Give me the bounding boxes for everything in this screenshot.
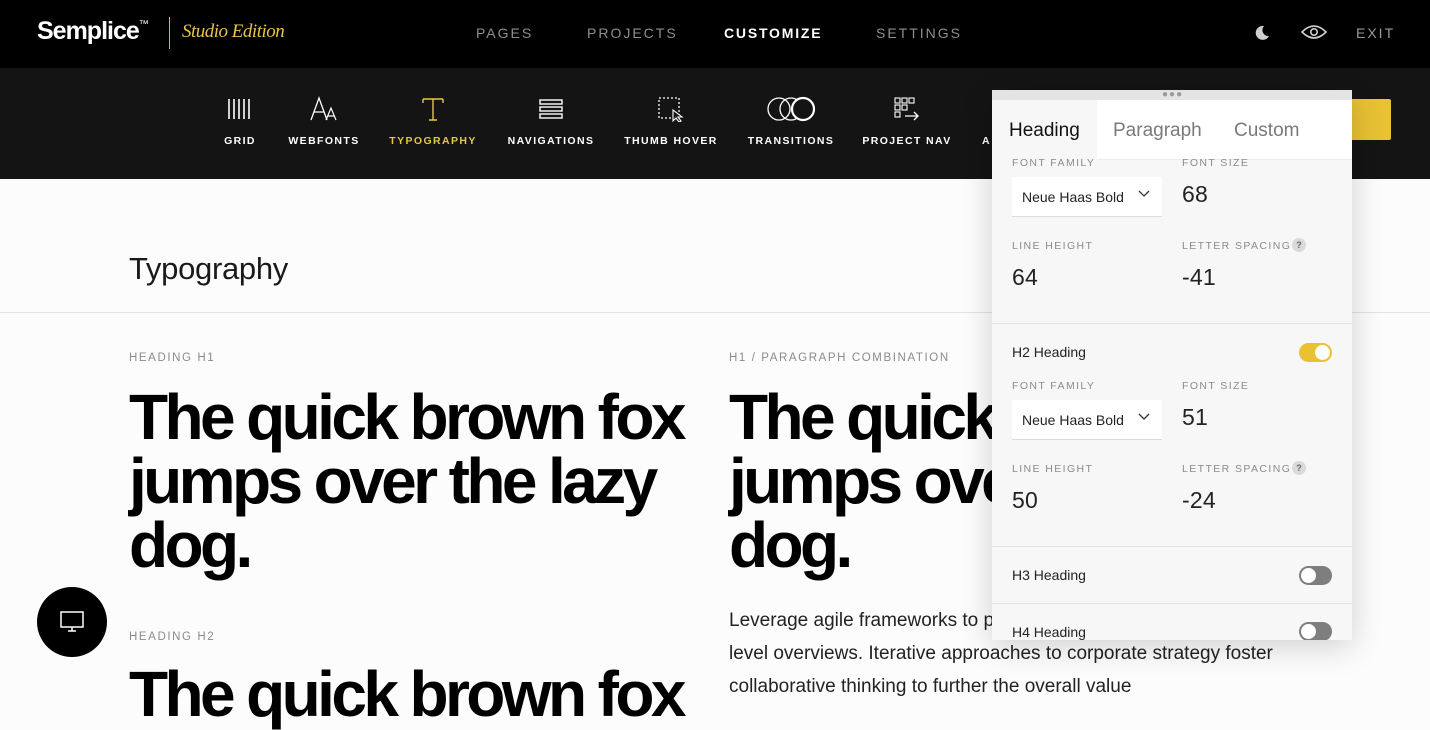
h1-letter-spacing-label: LETTER SPACING (1182, 240, 1292, 252)
subnav-transitions[interactable]: TRANSITIONS (748, 94, 833, 147)
h2-font-family-select[interactable]: Neue Haas Bold (1012, 400, 1162, 440)
nav-projects[interactable]: PROJECTS (587, 25, 678, 41)
device-preview-button[interactable] (37, 587, 107, 657)
h2-heading-toggle[interactable] (1299, 343, 1332, 362)
h1-section-label: HEADING H1 (129, 352, 216, 364)
h2-font-size-value[interactable]: 51 (1182, 404, 1208, 431)
nav-pages[interactable]: PAGES (476, 25, 533, 41)
h1-letter-spacing-value[interactable]: -41 (1182, 264, 1216, 291)
combo-section-label: H1 / PARAGRAPH COMBINATION (729, 352, 950, 364)
webfonts-icon (309, 94, 339, 124)
navigations-icon (538, 94, 564, 124)
subnav-navigations[interactable]: NAVIGATIONS (508, 94, 593, 147)
help-icon[interactable]: ? (1292, 461, 1306, 475)
page-title: Typography (129, 251, 288, 286)
h2-section-label: HEADING H2 (129, 631, 216, 643)
moon-icon[interactable] (1253, 24, 1271, 47)
h3-heading-title: H3 Heading (1012, 567, 1086, 583)
h1-font-size-label: FONT SIZE (1182, 157, 1250, 169)
h4-heading-title: H4 Heading (1012, 624, 1086, 640)
subnav-webfonts[interactable]: WEBFONTS (288, 94, 358, 147)
top-bar: Semplice™ Studio Edition PAGES PROJECTS … (0, 0, 1430, 68)
section-divider (992, 603, 1352, 604)
nav-settings[interactable]: SETTINGS (876, 25, 962, 41)
chevron-down-icon (1138, 190, 1150, 197)
panel-drag-handle[interactable]: ●●● (992, 90, 1352, 100)
subnav-grid[interactable]: GRID (220, 94, 260, 147)
panel-tabs: Heading Paragraph Custom (992, 100, 1352, 160)
h2-line-height-value[interactable]: 50 (1012, 487, 1038, 514)
h2-sample: The quick brown fox (129, 658, 686, 730)
tab-paragraph[interactable]: Paragraph (1096, 100, 1219, 160)
tab-custom[interactable]: Custom (1217, 100, 1316, 160)
subnav-thumb-hover[interactable]: THUMB HOVER (624, 94, 716, 147)
h1-line-height-label: LINE HEIGHT (1012, 240, 1094, 252)
chevron-down-icon (1138, 413, 1150, 420)
project-nav-icon (893, 94, 921, 124)
section-divider (992, 323, 1352, 324)
h1-font-size-value[interactable]: 68 (1182, 181, 1208, 208)
subnav-project-nav[interactable]: PROJECT NAV (862, 94, 950, 147)
transitions-icon (766, 94, 816, 124)
help-icon[interactable]: ? (1292, 238, 1306, 252)
h1-sample: The quick brown fox jumps over the lazy … (129, 381, 686, 581)
typography-settings-panel: ●●● Heading Paragraph Custom FONT FAMILY… (992, 90, 1352, 640)
tab-heading[interactable]: Heading (992, 100, 1097, 160)
edition-label: Studio Edition (182, 21, 285, 42)
brand-separator (169, 17, 170, 49)
section-divider (992, 546, 1352, 547)
h4-heading-toggle[interactable] (1299, 622, 1332, 640)
h2-font-size-label: FONT SIZE (1182, 380, 1250, 392)
desktop-icon (60, 611, 84, 632)
exit-button[interactable]: EXIT (1356, 25, 1395, 41)
h1-line-height-value[interactable]: 64 (1012, 264, 1038, 291)
h1-font-family-label: FONT FAMILY (1012, 157, 1096, 169)
brand-logo[interactable]: Semplice™ (37, 17, 149, 46)
thumb-hover-icon (657, 94, 685, 124)
nav-customize[interactable]: CUSTOMIZE (724, 25, 822, 41)
h2-letter-spacing-label: LETTER SPACING (1182, 463, 1292, 475)
grid-icon (227, 94, 253, 124)
eye-icon[interactable] (1300, 23, 1328, 46)
subnav-typography[interactable]: TYPOGRAPHY (389, 94, 475, 147)
h2-heading-title: H2 Heading (1012, 344, 1086, 360)
h2-line-height-label: LINE HEIGHT (1012, 463, 1094, 475)
drag-dots-icon: ●●● (1162, 90, 1184, 100)
h1-font-family-select[interactable]: Neue Haas Bold (1012, 177, 1162, 217)
h3-heading-toggle[interactable] (1299, 566, 1332, 585)
h2-font-family-label: FONT FAMILY (1012, 380, 1096, 392)
h2-letter-spacing-value[interactable]: -24 (1182, 487, 1216, 514)
typography-icon (421, 94, 445, 124)
